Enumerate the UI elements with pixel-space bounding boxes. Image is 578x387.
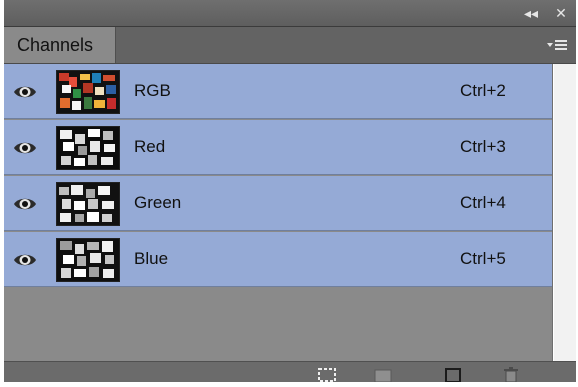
eye-icon[interactable] (12, 250, 38, 270)
channel-name: Blue (134, 249, 169, 268)
tab-channels[interactable]: Channels (4, 27, 116, 63)
channel-thumbnail (56, 126, 120, 170)
trash-icon[interactable] (500, 366, 522, 383)
channel-thumbnail (56, 70, 120, 114)
channel-shortcut: Ctrl+3 (460, 137, 506, 156)
close-icon[interactable]: ✕ (552, 4, 570, 22)
channel-shortcut: Ctrl+4 (460, 193, 506, 212)
channels-panel: ◂◂ ✕ Channels RGB Ctrl+2 Red Ctrl+3 Gree… (4, 0, 577, 383)
channel-list: RGB Ctrl+2 Red Ctrl+3 Green Ctrl+4 Blue … (4, 64, 552, 361)
panel-bottom-toolbar (4, 361, 576, 383)
channel-name: Green (134, 193, 182, 212)
new-channel-icon[interactable] (442, 366, 464, 383)
panel-titlebar: ◂◂ ✕ (4, 0, 576, 27)
channel-shortcut: Ctrl+2 (460, 81, 506, 100)
channel-thumbnail (56, 182, 120, 226)
channel-row-green[interactable]: Green Ctrl+4 (4, 176, 552, 231)
channel-thumbnail (56, 238, 120, 282)
channel-shortcut: Ctrl+5 (460, 249, 506, 268)
channel-row-red[interactable]: Red Ctrl+3 (4, 120, 552, 175)
channel-name: RGB (134, 81, 171, 100)
save-selection-icon[interactable] (372, 366, 394, 383)
scrollbar[interactable] (552, 64, 577, 361)
channel-name: Red (134, 137, 166, 156)
tab-bar: Channels (4, 27, 576, 64)
eye-icon[interactable] (12, 194, 38, 214)
channel-row-blue[interactable]: Blue Ctrl+5 (4, 232, 552, 287)
double-chevron-left-icon[interactable]: ◂◂ (522, 4, 540, 22)
load-selection-icon[interactable] (316, 366, 338, 382)
panel-menu-icon[interactable] (544, 34, 570, 56)
channel-row-rgb[interactable]: RGB Ctrl+2 (4, 64, 552, 119)
scrollbar-track[interactable] (554, 64, 576, 361)
eye-icon[interactable] (12, 82, 38, 102)
eye-icon[interactable] (12, 138, 38, 158)
